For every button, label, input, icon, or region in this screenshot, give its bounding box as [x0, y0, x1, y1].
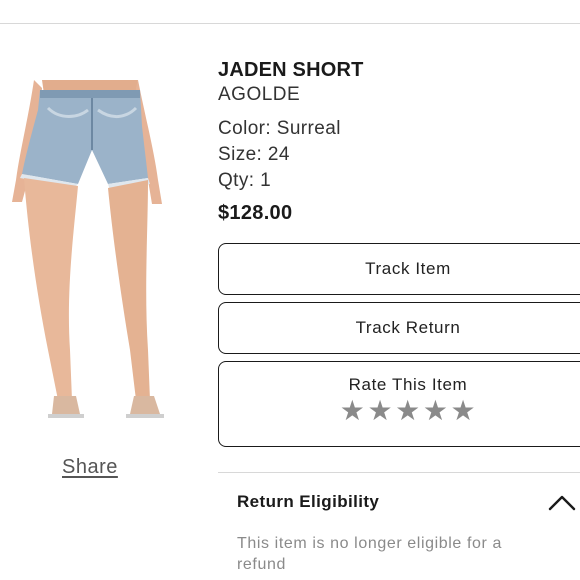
product-price: $128.00 — [218, 202, 293, 224]
product-qty: Qty: 1 — [218, 170, 272, 191]
star-icon[interactable]: ★ — [423, 397, 449, 425]
top-divider — [0, 23, 580, 24]
share-link[interactable]: Share — [62, 456, 118, 479]
product-color: Color: Surreal — [218, 118, 341, 139]
product-attributes: Color: Surreal Size: 24 Qty: 1 — [218, 116, 580, 194]
product-details: JADEN SHORT AGOLDE Color: Surreal Size: … — [218, 58, 580, 226]
star-icon[interactable]: ★ — [395, 397, 421, 425]
chevron-up-icon[interactable] — [548, 494, 576, 512]
section-divider — [218, 472, 580, 473]
product-image[interactable] — [8, 80, 176, 426]
star-rating[interactable]: ★ ★ ★ ★ ★ — [340, 397, 477, 425]
rate-item-card[interactable]: Rate This Item ★ ★ ★ ★ ★ — [218, 361, 580, 447]
product-size: Size: 24 — [218, 144, 290, 165]
star-icon[interactable]: ★ — [367, 397, 393, 425]
return-eligibility-message: This item is no longer eligible for a re… — [237, 535, 502, 573]
star-icon[interactable]: ★ — [451, 397, 477, 425]
track-return-button[interactable]: Track Return — [218, 302, 580, 354]
track-item-button[interactable]: Track Item — [218, 243, 580, 295]
product-name[interactable]: JADEN SHORT — [218, 58, 580, 82]
rate-item-label: Rate This Item — [348, 375, 468, 394]
return-eligibility-title[interactable]: Return Eligibility — [237, 492, 379, 512]
product-brand[interactable]: AGOLDE — [218, 82, 580, 108]
star-icon[interactable]: ★ — [340, 397, 366, 425]
